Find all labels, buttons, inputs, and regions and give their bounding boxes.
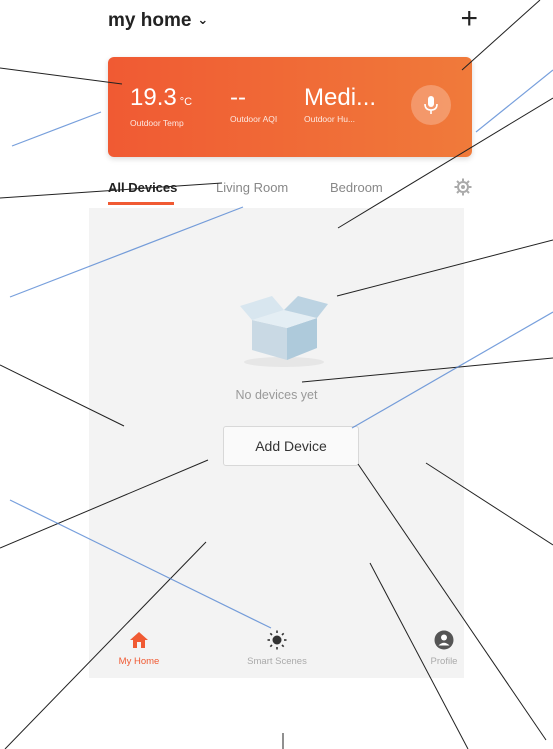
temp-label: Outdoor Temp <box>130 118 184 128</box>
blue-line <box>11 111 102 147</box>
outdoor-temp: 19.3 °C Outdoor Temp <box>130 84 193 129</box>
weather-card[interactable]: 19.3 °C Outdoor Temp -- Outdoor AQI Medi.… <box>108 57 472 157</box>
gear-icon[interactable] <box>454 178 472 201</box>
temp-unit: °C <box>179 96 193 108</box>
empty-state-text: No devices yet <box>235 388 318 402</box>
blue-line <box>475 69 553 133</box>
humidity-value: Medi... <box>304 84 377 111</box>
empty-box-icon <box>232 288 332 373</box>
room-tabs: All Devices Living Room Bedroom <box>108 176 472 206</box>
outdoor-aqi: -- Outdoor AQI <box>230 84 278 125</box>
add-device-button[interactable]: Add Device <box>223 426 359 466</box>
header: my home ⌄ + <box>108 4 478 38</box>
voice-button[interactable] <box>411 85 451 125</box>
tab-bedroom[interactable]: Bedroom <box>330 180 383 195</box>
callout-line <box>0 67 123 85</box>
nav-profile[interactable]: Profile <box>394 630 494 667</box>
aqi-value: -- <box>230 84 246 111</box>
home-icon <box>130 632 148 648</box>
microphone-icon <box>424 96 438 114</box>
tab-all-devices[interactable]: All Devices <box>108 180 177 195</box>
aqi-label: Outdoor AQI <box>230 114 278 124</box>
humidity-label: Outdoor Hu... <box>304 114 356 124</box>
home-name: my home <box>108 10 192 31</box>
temp-value: 19.3 <box>130 84 177 111</box>
nav-smart-scenes[interactable]: Smart Scenes <box>227 630 327 667</box>
tab-living-room[interactable]: Living Room <box>216 180 288 195</box>
nav-profile-label: Profile <box>430 656 458 667</box>
sun-icon <box>267 630 287 650</box>
nav-my-home[interactable]: My Home <box>89 630 189 667</box>
chevron-down-icon: ⌄ <box>197 12 209 27</box>
nav-my-home-label: My Home <box>118 656 160 667</box>
active-tab-indicator <box>108 202 174 205</box>
home-selector[interactable]: my home ⌄ <box>108 10 208 32</box>
profile-icon <box>434 630 454 650</box>
outdoor-humidity: Medi... Outdoor Hu... <box>304 84 377 125</box>
bottom-nav: My Home Smart Scenes Profile <box>89 618 464 678</box>
add-button[interactable]: + <box>460 4 478 34</box>
nav-smart-scenes-label: Smart Scenes <box>247 656 307 667</box>
device-list-area: No devices yet Add Device <box>89 208 464 618</box>
